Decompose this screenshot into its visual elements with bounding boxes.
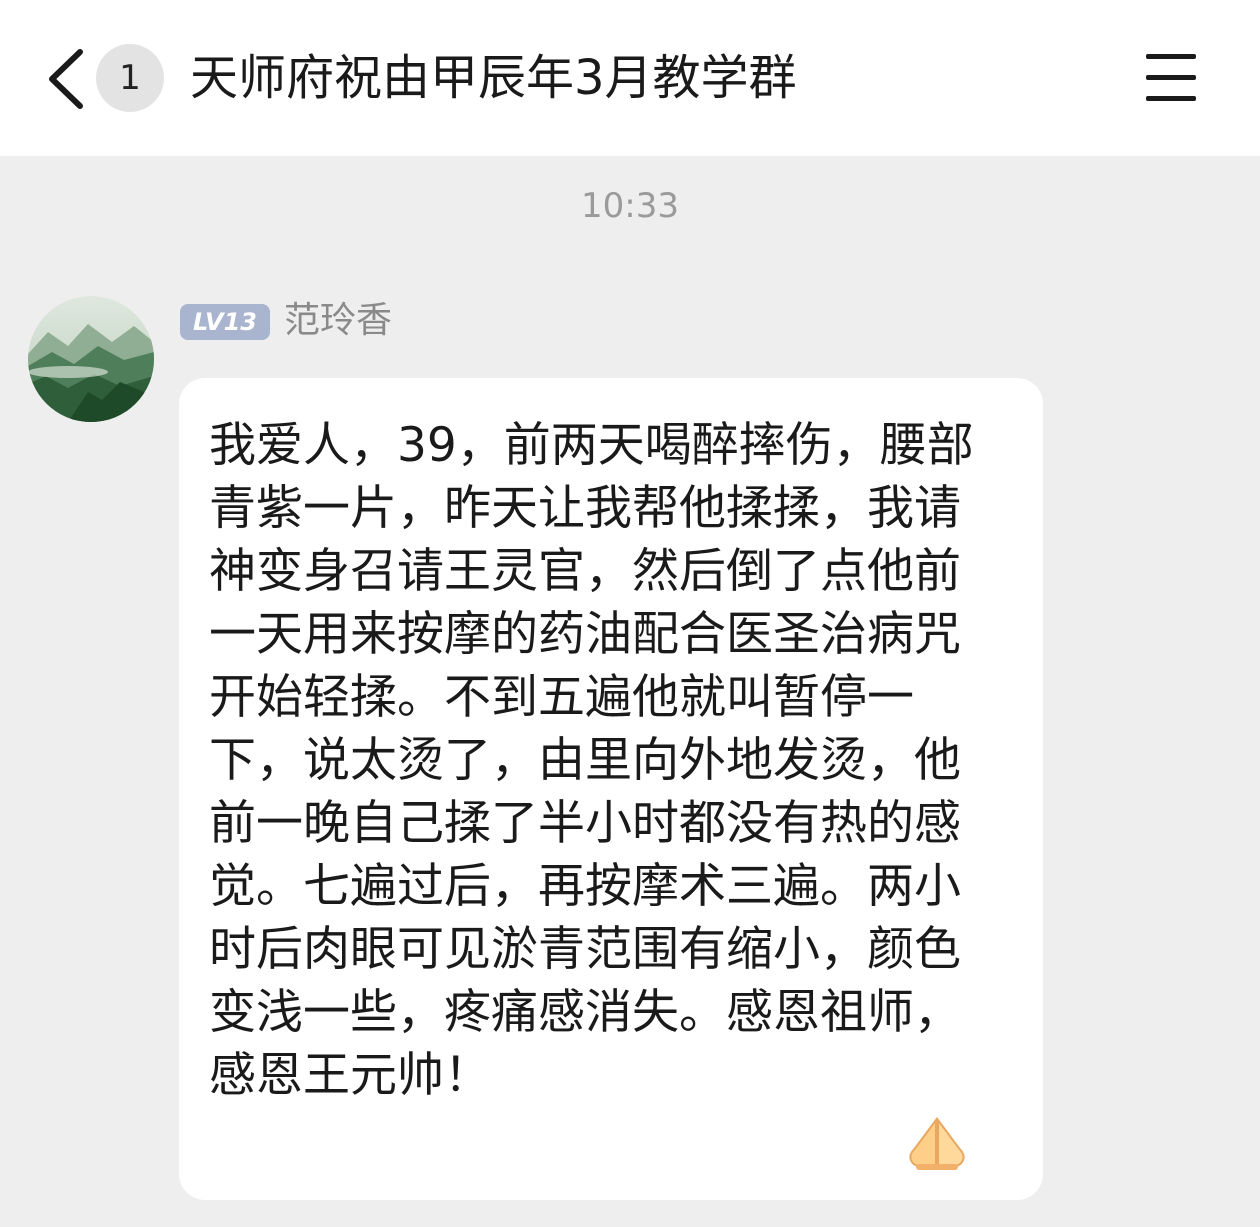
message-text: 我爱人，39，前两天喝醉摔伤，腰部青紫一片，昨天让我帮他揉揉，我请神变身召请王灵…: [209, 418, 974, 1103]
chevron-left-icon: [49, 49, 83, 109]
level-badge: LV13: [180, 304, 270, 340]
mountain-landscape-avatar: [28, 296, 154, 422]
message-bubble[interactable]: 我爱人，39，前两天喝醉摔伤，腰部青紫一片，昨天让我帮他揉揉，我请神变身召请王灵…: [179, 378, 1043, 1200]
message-timestamp: 10:33: [581, 186, 679, 226]
chat-header: 1 天师府祝由甲辰年3月教学群: [0, 0, 1260, 156]
back-button[interactable]: [44, 46, 90, 112]
sender-name[interactable]: 范玲香: [284, 296, 392, 346]
unread-count-badge[interactable]: 1: [96, 44, 164, 112]
menu-button[interactable]: [1140, 52, 1202, 104]
hamburger-menu-icon: [1146, 54, 1196, 59]
sender-avatar[interactable]: [28, 296, 154, 422]
folded-hands-icon: [909, 1116, 965, 1170]
chat-title: 天师府祝由甲辰年3月教学群: [190, 50, 797, 106]
